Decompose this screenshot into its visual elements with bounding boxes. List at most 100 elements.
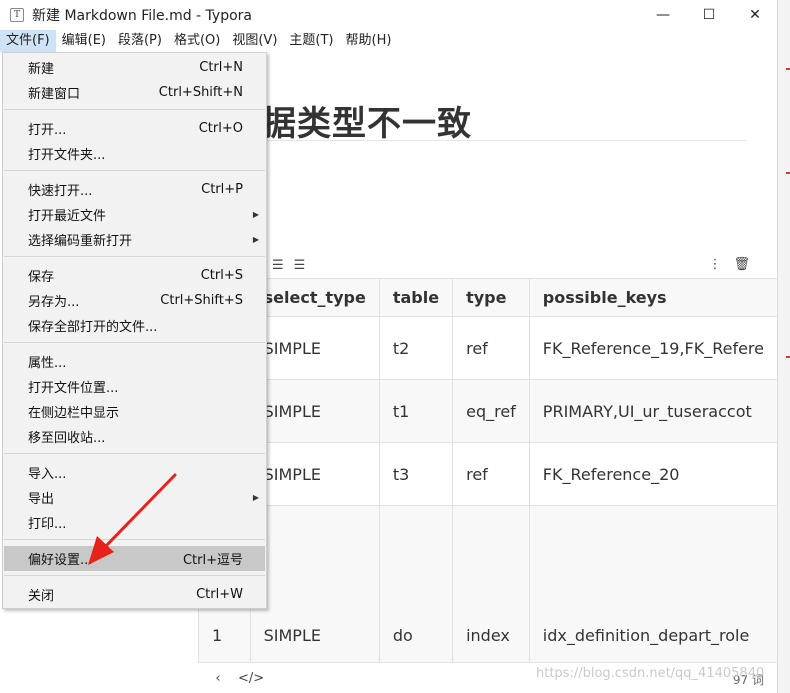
watermark-text: https://blog.csdn.net/qq_41405840 <box>536 666 765 681</box>
menu-item-print[interactable]: 打印... <box>4 510 265 535</box>
table-cell[interactable]: t2 <box>378 316 454 380</box>
menu-separator <box>4 539 265 540</box>
menu-item-label: 打开文件夹... <box>28 148 106 163</box>
menu-item-label: 移至回收站... <box>28 431 106 446</box>
menu-bar: 文件(F) 编辑(E) 段落(P) 格式(O) 视图(V) 主题(T) 帮助(H… <box>0 30 777 52</box>
menu-item-open-recent[interactable]: 打开最近文件 ▶ <box>4 202 265 227</box>
menu-item-shortcut: Ctrl+N <box>199 60 243 75</box>
align-left-icon[interactable]: ☰ <box>272 258 284 273</box>
table-cell[interactable]: ref <box>452 316 530 380</box>
menu-help[interactable]: 帮助(H) <box>340 30 398 52</box>
heading-divider <box>262 140 746 141</box>
menu-item-label: 保存 <box>28 270 55 285</box>
toggle-sidebar-icon[interactable]: ‹ <box>208 671 228 686</box>
typora-app-icon: T <box>10 8 24 22</box>
menu-item-label: 在侧边栏中显示 <box>28 406 120 421</box>
menu-item-open-file-location[interactable]: 打开文件位置... <box>4 374 265 399</box>
typora-window: T 新建 Markdown File.md - Typora — ☐ ✕ 文件(… <box>0 0 778 693</box>
menu-item-new-window[interactable]: 新建窗口 Ctrl+Shift+N <box>4 80 265 105</box>
menu-item-label: 打印... <box>28 517 67 532</box>
menu-item-reopen-with-encoding[interactable]: 选择编码重新打开 ▶ <box>4 227 265 252</box>
more-options-icon[interactable]: ⋮ <box>708 257 721 272</box>
maximize-button[interactable]: ☐ <box>686 0 732 30</box>
document-heading[interactable]: 据类型不一致 <box>262 96 472 145</box>
menu-item-export[interactable]: 导出 ▶ <box>4 485 265 510</box>
menu-item-open[interactable]: 打开... Ctrl+O <box>4 116 265 141</box>
table-toolbar-left: ☰ ☰ <box>272 257 305 273</box>
menu-item-import[interactable]: 导入... <box>4 460 265 485</box>
table-cell[interactable]: SIMPLE <box>249 379 380 443</box>
menu-separator <box>4 453 265 454</box>
table-cell[interactable]: do <box>378 505 454 662</box>
menu-item-label: 偏好设置... <box>28 553 93 568</box>
table-cell[interactable]: SIMPLE <box>249 505 380 662</box>
menu-item-shortcut: Ctrl+W <box>196 587 243 602</box>
table-cell[interactable]: ref <box>452 442 530 506</box>
menu-item-shortcut: Ctrl+P <box>201 182 243 197</box>
table-row: SIMPLE t1 eq_ref PRIMARY,UI_ur_tuseracco… <box>198 379 777 443</box>
menu-separator <box>4 575 265 576</box>
menu-separator <box>4 342 265 343</box>
close-button[interactable]: ✕ <box>732 0 777 30</box>
table-header-cell[interactable]: select_type <box>249 278 380 317</box>
minimize-button[interactable]: — <box>640 0 686 30</box>
align-center-icon[interactable]: ☰ <box>294 258 306 273</box>
submenu-arrow-icon: ▶ <box>252 210 259 219</box>
menu-item-label: 打开最近文件 <box>28 209 107 224</box>
window-controls: — ☐ ✕ <box>640 0 777 30</box>
table-row: SIMPLE t3 ref FK_Reference_20 <box>198 442 777 506</box>
menu-item-shortcut: Ctrl+逗号 <box>182 553 243 568</box>
menu-file[interactable]: 文件(F) <box>0 30 56 52</box>
background-window-edge <box>778 0 790 693</box>
markdown-table[interactable]: select_type table type possible_keys SIM… <box>198 278 777 662</box>
source-code-mode-icon[interactable]: </> <box>238 671 264 686</box>
menu-item-save-as[interactable]: 另存为... Ctrl+Shift+S <box>4 288 265 313</box>
background-mark <box>786 172 790 174</box>
menu-paragraph[interactable]: 段落(P) <box>112 30 168 52</box>
submenu-arrow-icon: ▶ <box>252 235 259 244</box>
table-toolbar-right: ⋮ 🗑 <box>708 257 750 272</box>
menu-item-label: 导入... <box>28 467 67 482</box>
table-cell[interactable]: FK_Reference_19,FK_Refere <box>528 316 777 380</box>
table-row: 1 SIMPLE do index idx_definition_depart_… <box>198 505 777 662</box>
menu-format[interactable]: 格式(O) <box>168 30 226 52</box>
menu-separator <box>4 170 265 171</box>
table-cell[interactable]: idx_definition_depart_role <box>528 505 777 662</box>
menu-item-new[interactable]: 新建 Ctrl+N <box>4 55 265 80</box>
menu-item-shortcut: Ctrl+S <box>200 268 243 283</box>
menu-item-open-folder[interactable]: 打开文件夹... <box>4 141 265 166</box>
table-cell[interactable]: t1 <box>378 379 454 443</box>
window-title: 新建 Markdown File.md - Typora <box>32 8 252 24</box>
menu-item-preferences[interactable]: 偏好设置... Ctrl+逗号 <box>4 546 265 571</box>
table-cell[interactable]: index <box>452 505 530 662</box>
table-header-row: select_type table type possible_keys <box>198 278 777 317</box>
table-cell[interactable]: SIMPLE <box>249 316 380 380</box>
menu-item-quick-open[interactable]: 快速打开... Ctrl+P <box>4 177 265 202</box>
table-cell[interactable]: eq_ref <box>452 379 530 443</box>
menu-item-label: 属性... <box>28 356 67 371</box>
menu-item-label: 新建窗口 <box>28 87 81 102</box>
menu-item-reveal-in-sidebar[interactable]: 在侧边栏中显示 <box>4 399 265 424</box>
table-cell[interactable]: SIMPLE <box>249 442 380 506</box>
background-mark <box>786 68 790 70</box>
delete-table-icon[interactable]: 🗑 <box>733 257 750 272</box>
table-header-cell[interactable]: table <box>378 278 454 317</box>
table-cell[interactable]: t3 <box>378 442 454 506</box>
menu-item-save[interactable]: 保存 Ctrl+S <box>4 263 265 288</box>
menu-item-properties[interactable]: 属性... <box>4 349 265 374</box>
menu-view[interactable]: 视图(V) <box>226 30 283 52</box>
menu-edit[interactable]: 编辑(E) <box>56 30 112 52</box>
editor-area[interactable]: 据类型不一致 ☰ ☰ ⋮ 🗑 select_type table type po… <box>198 52 777 662</box>
menu-item-save-all[interactable]: 保存全部打开的文件... <box>4 313 265 338</box>
table-cell[interactable]: PRIMARY,UI_ur_tuseraccot <box>528 379 777 443</box>
table-header-cell[interactable]: possible_keys <box>528 278 777 317</box>
menu-theme[interactable]: 主题(T) <box>283 30 339 52</box>
table-row: SIMPLE t2 ref FK_Reference_19,FK_Refere <box>198 316 777 380</box>
menu-item-label: 打开文件位置... <box>28 381 119 396</box>
table-cell[interactable]: FK_Reference_20 <box>528 442 777 506</box>
menu-item-label: 关闭 <box>28 589 55 604</box>
menu-item-move-to-trash[interactable]: 移至回收站... <box>4 424 265 449</box>
background-mark <box>786 356 790 358</box>
table-header-cell[interactable]: type <box>452 278 530 317</box>
menu-item-close[interactable]: 关闭 Ctrl+W <box>4 582 265 607</box>
